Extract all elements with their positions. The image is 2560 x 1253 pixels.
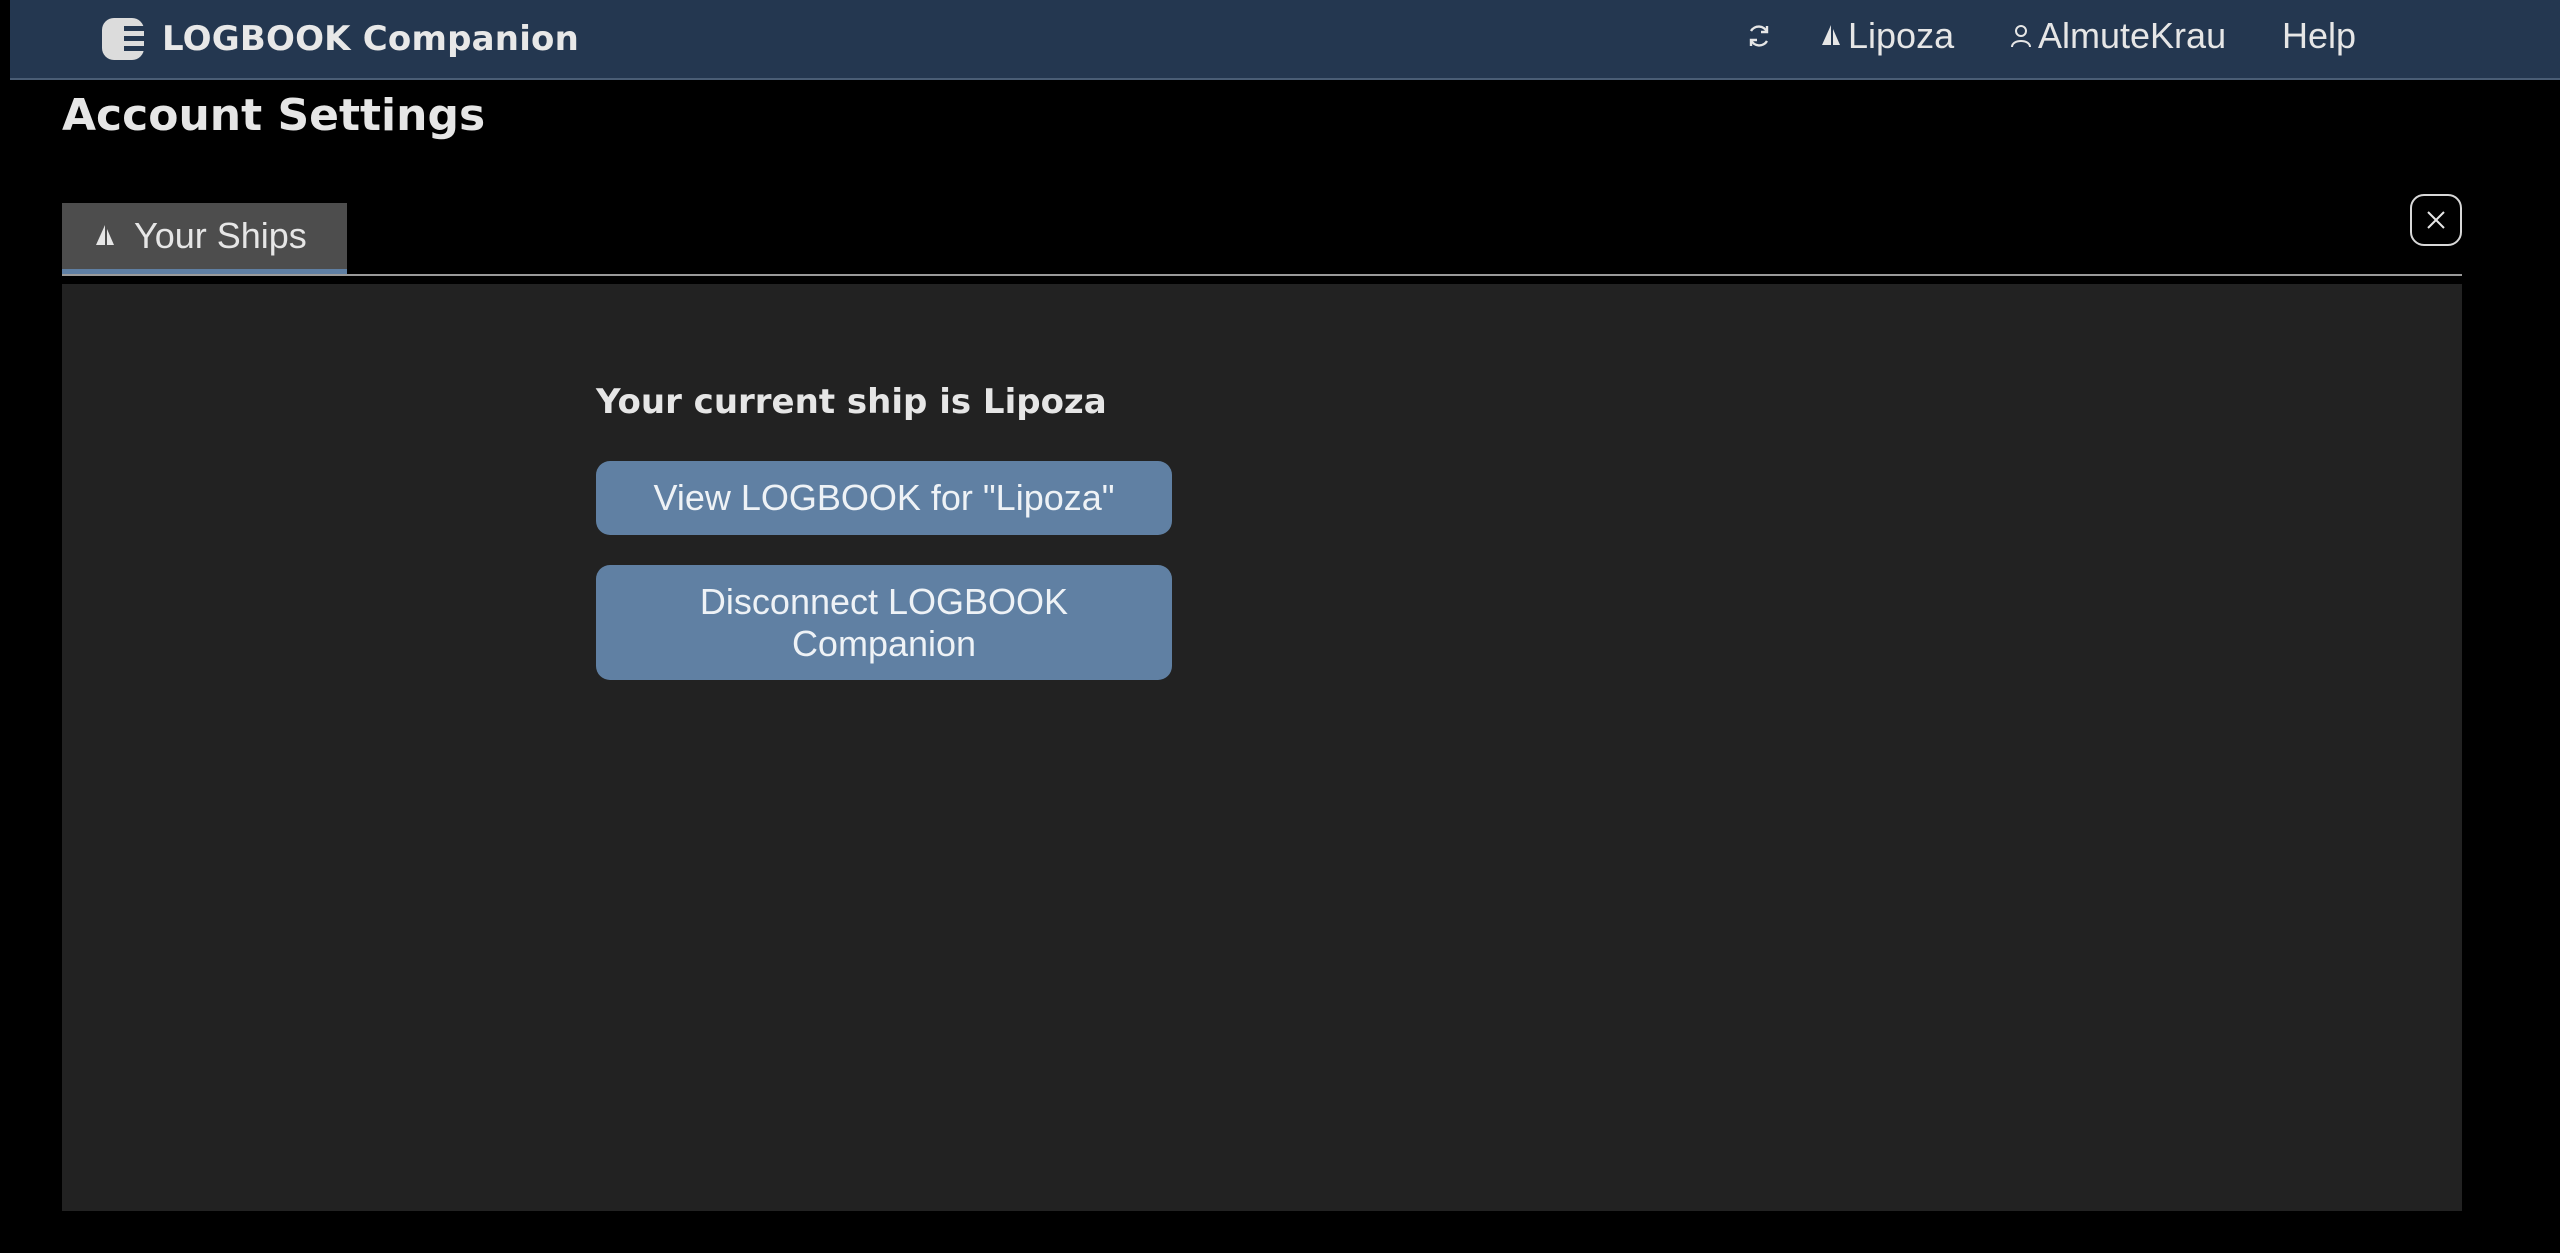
nav-user-account[interactable]: AlmuteKrau bbox=[2010, 0, 2226, 72]
brand[interactable]: LOGBOOK Companion bbox=[100, 0, 579, 78]
nav-help-link[interactable]: Help bbox=[2282, 0, 2356, 72]
nav-current-ship[interactable]: Lipoza bbox=[1820, 0, 1954, 72]
nav-user-label: AlmuteKrau bbox=[2038, 15, 2227, 56]
app-title: LOGBOOK Companion bbox=[162, 19, 580, 59]
nav-ship-label: Lipoza bbox=[1848, 15, 1955, 56]
sailboat-icon bbox=[1820, 23, 1842, 49]
disconnect-companion-button[interactable]: Disconnect LOGBOOK Companion bbox=[596, 565, 1172, 680]
logbook-logo-icon bbox=[102, 18, 144, 60]
tab-your-ships[interactable]: Your Ships bbox=[62, 203, 347, 275]
tab-divider bbox=[62, 274, 2462, 276]
user-icon bbox=[2010, 23, 2032, 49]
top-navigation-bar: LOGBOOK Companion Lipoza AlmuteKrau Help bbox=[10, 0, 2560, 80]
nav-help-label: Help bbox=[2282, 15, 2357, 56]
page-title: Account Settings bbox=[62, 90, 486, 141]
view-logbook-button[interactable]: View LOGBOOK for "Lipoza" bbox=[596, 461, 1172, 535]
refresh-button[interactable] bbox=[1746, 0, 1772, 72]
current-ship-heading: Your current ship is Lipoza bbox=[596, 382, 1107, 422]
refresh-icon bbox=[1749, 25, 1769, 47]
close-button[interactable] bbox=[2410, 194, 2462, 246]
tab-label: Your Ships bbox=[134, 215, 307, 256]
sailboat-icon bbox=[94, 223, 116, 249]
close-icon bbox=[2427, 211, 2445, 229]
ships-panel: Your current ship is Lipoza View LOGBOOK… bbox=[62, 284, 2462, 1211]
